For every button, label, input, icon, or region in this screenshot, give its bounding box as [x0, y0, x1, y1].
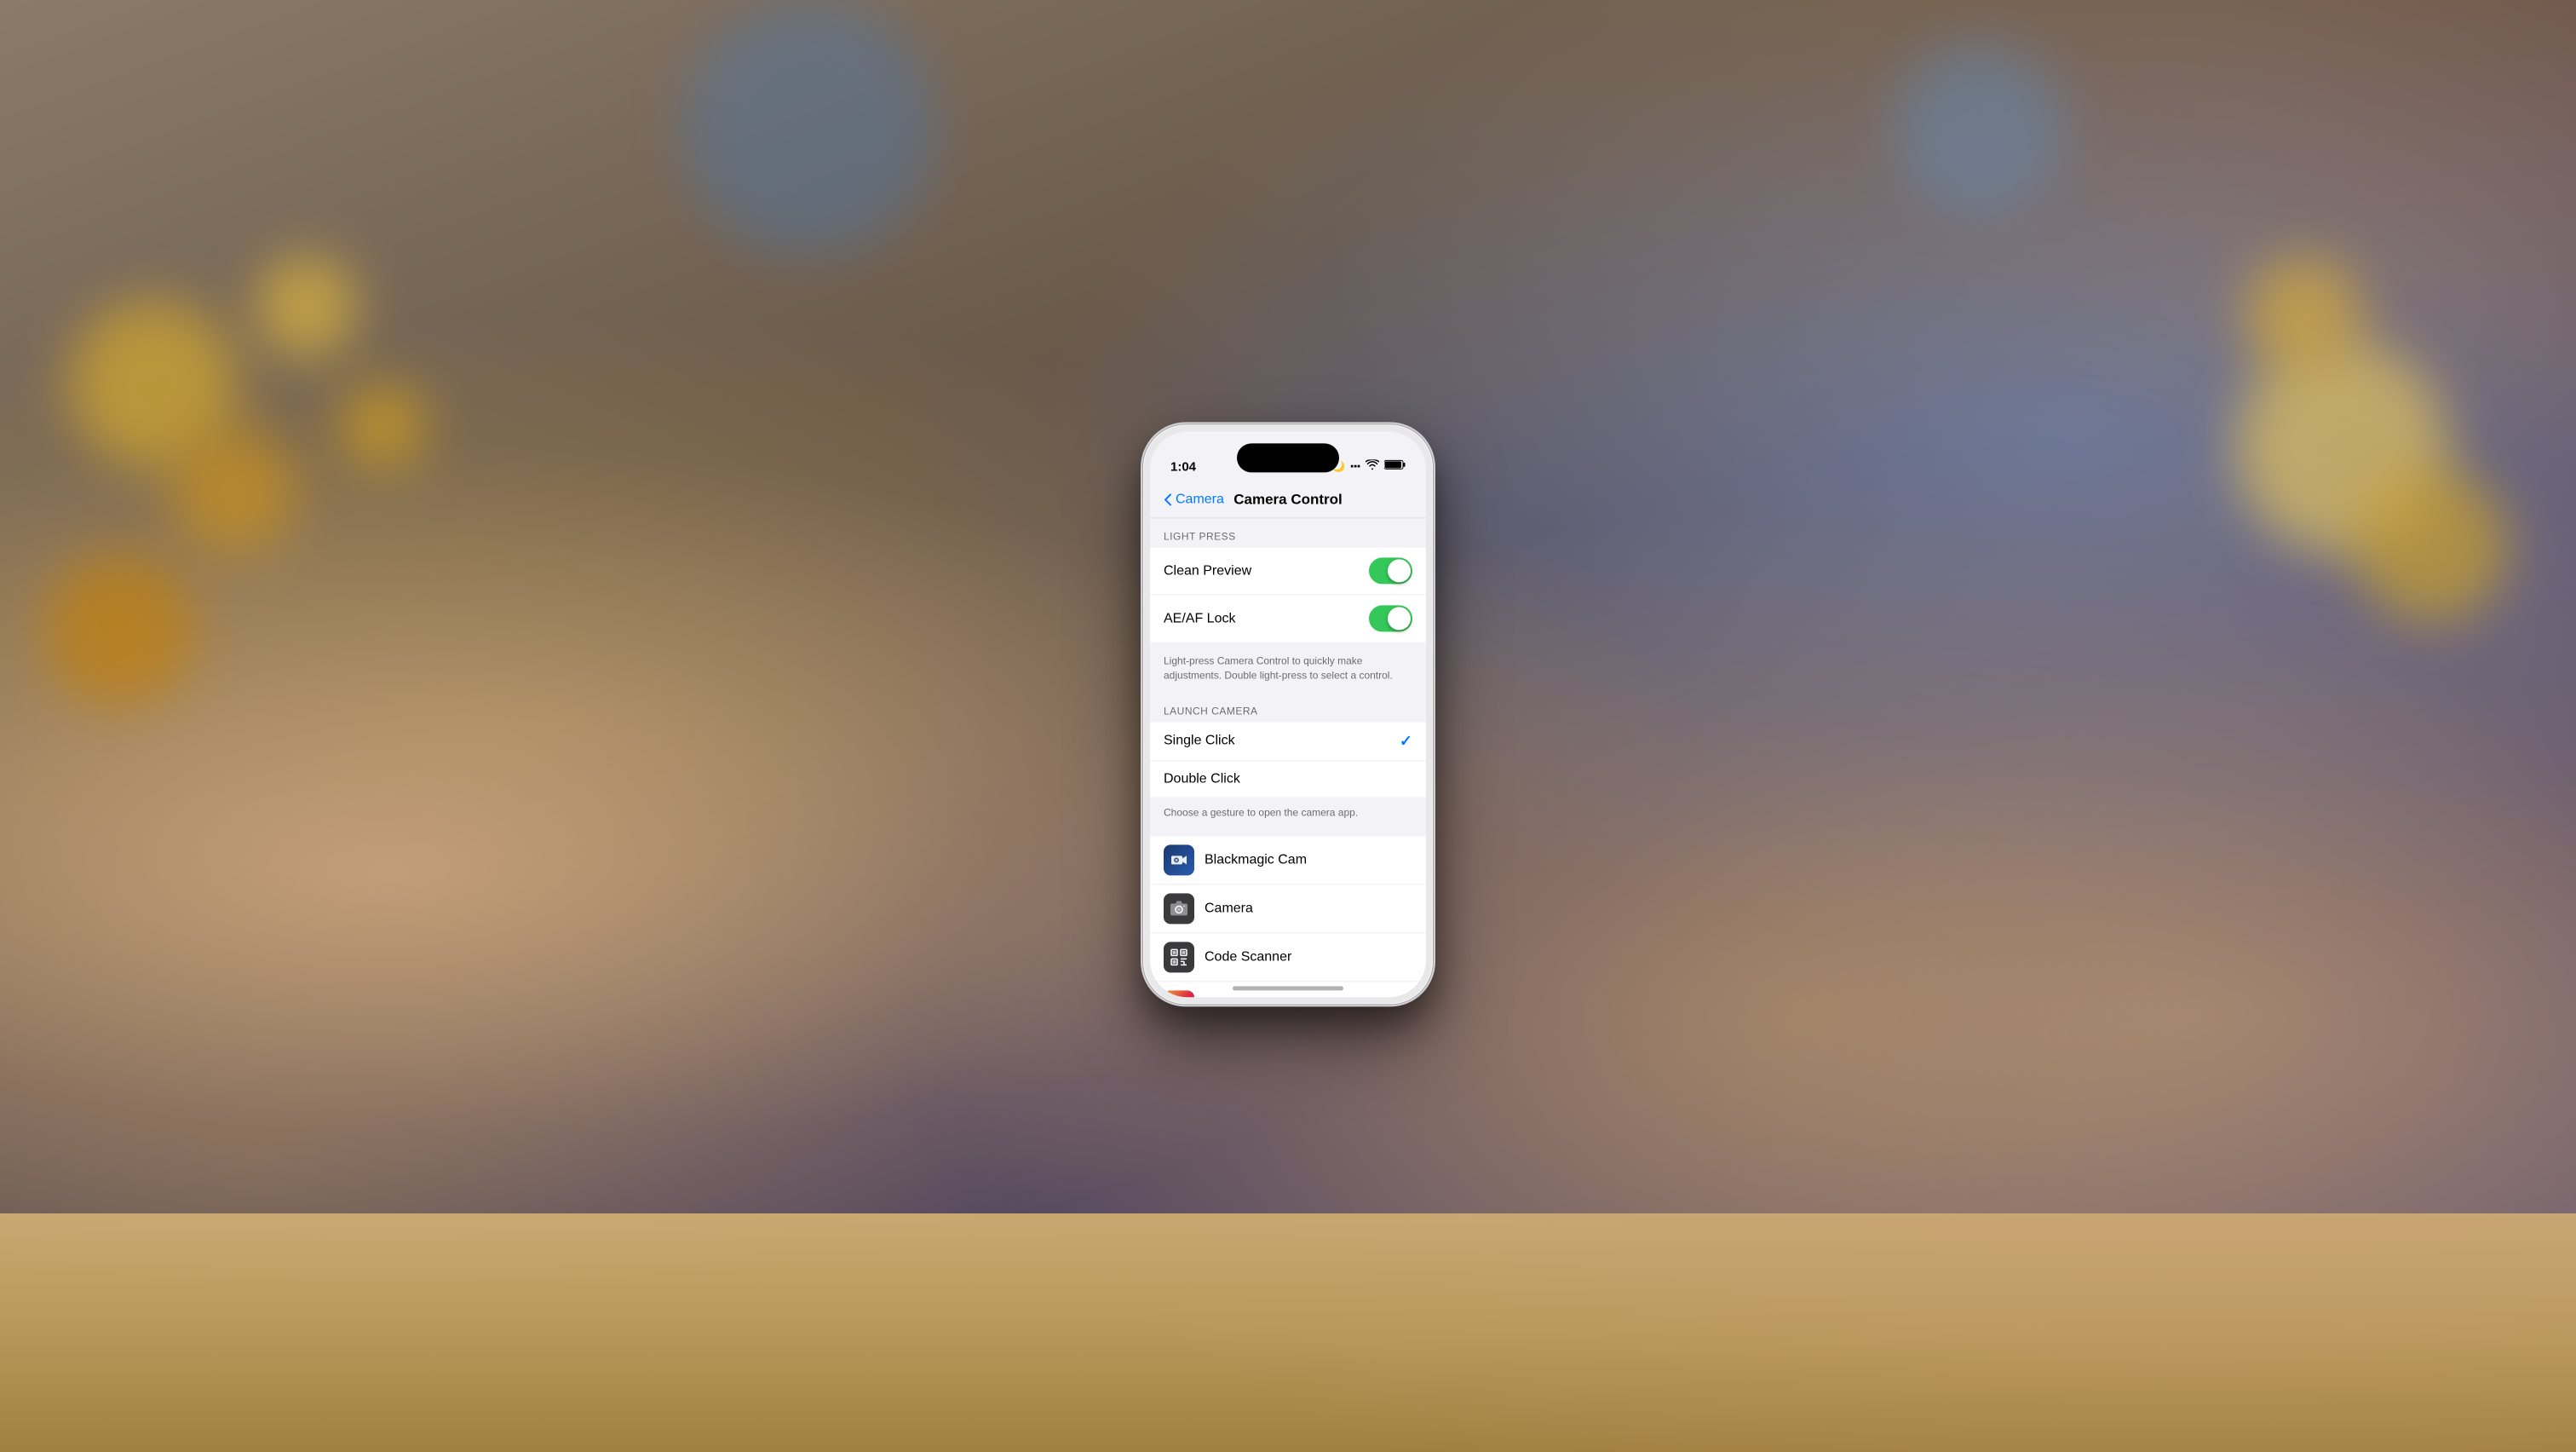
aeaf-lock-toggle[interactable] [1369, 605, 1412, 631]
bokeh-blue-2 [1895, 43, 2065, 213]
nav-title: Camera Control [1233, 491, 1343, 508]
list-item[interactable]: Code Scanner [1150, 934, 1426, 982]
aeaf-lock-label: AE/AF Lock [1164, 611, 1235, 626]
double-click-row[interactable]: Double Click [1150, 761, 1426, 797]
clean-preview-row[interactable]: Clean Preview [1150, 547, 1426, 595]
list-item[interactable]: Camera [1150, 885, 1426, 934]
list-item[interactable]: Blackmagic Cam [1150, 837, 1426, 885]
code-scanner-icon [1164, 942, 1194, 973]
launch-camera-group: Single Click ✓ Double Click [1150, 722, 1426, 797]
light-press-section: LIGHT PRESS Clean Preview AE/AF Lock [1150, 518, 1426, 693]
nav-bar: Camera Camera Control [1150, 481, 1426, 518]
clean-preview-toggle[interactable] [1369, 557, 1412, 584]
app-list-group: Blackmagic Cam [1150, 837, 1426, 998]
nav-back-button[interactable]: Camera [1164, 492, 1224, 507]
code-scanner-name: Code Scanner [1205, 950, 1291, 965]
battery-icon [1384, 458, 1406, 474]
instagram-icon [1164, 991, 1194, 998]
double-click-label: Double Click [1164, 771, 1240, 786]
bokeh-4 [43, 554, 196, 707]
bokeh-8 [2244, 256, 2363, 375]
status-icons: 🌙 ▪▪▪ [1332, 458, 1406, 474]
bokeh-7 [2355, 469, 2508, 622]
nav-back-label: Camera [1176, 492, 1224, 507]
camera-app-icon [1164, 894, 1194, 925]
bokeh-3 [256, 256, 358, 358]
settings-content: LIGHT PRESS Clean Preview AE/AF Lock [1150, 518, 1426, 997]
phone-screen: 1:04 🌙 ▪▪▪ [1150, 431, 1426, 997]
wifi-icon [1366, 458, 1379, 474]
light-press-group: Clean Preview AE/AF Lock [1150, 547, 1426, 642]
light-press-footer: Light-press Camera Control to quickly ma… [1150, 648, 1426, 693]
bokeh-blue-1 [681, 0, 937, 256]
single-click-checkmark: ✓ [1400, 732, 1412, 750]
home-indicator [1233, 986, 1343, 990]
single-click-label: Single Click [1164, 733, 1235, 748]
phone-wrapper: 1:04 🌙 ▪▪▪ [1143, 424, 1433, 1004]
app-list-section: Blackmagic Cam [1150, 837, 1426, 998]
launch-camera-section: LAUNCH CAMERA Single Click ✓ Double Clic… [1150, 693, 1426, 830]
phone-frame: 1:04 🌙 ▪▪▪ [1143, 424, 1433, 1004]
blackmagic-cam-name: Blackmagic Cam [1205, 853, 1307, 868]
light-press-header: LIGHT PRESS [1150, 518, 1426, 547]
signal-icon: ▪▪▪ [1350, 461, 1360, 471]
bokeh-5 [341, 383, 426, 469]
blackmagic-cam-icon [1164, 845, 1194, 876]
launch-camera-footer: Choose a gesture to open the camera app. [1150, 800, 1426, 830]
clean-preview-label: Clean Preview [1164, 563, 1251, 579]
launch-camera-header: LAUNCH CAMERA [1150, 693, 1426, 722]
dynamic-island [1237, 443, 1339, 472]
single-click-row[interactable]: Single Click ✓ [1150, 722, 1426, 761]
aeaf-lock-row[interactable]: AE/AF Lock [1150, 595, 1426, 642]
camera-app-name: Camera [1205, 902, 1253, 917]
bokeh-2 [170, 426, 298, 554]
status-time: 1:04 [1170, 459, 1196, 474]
